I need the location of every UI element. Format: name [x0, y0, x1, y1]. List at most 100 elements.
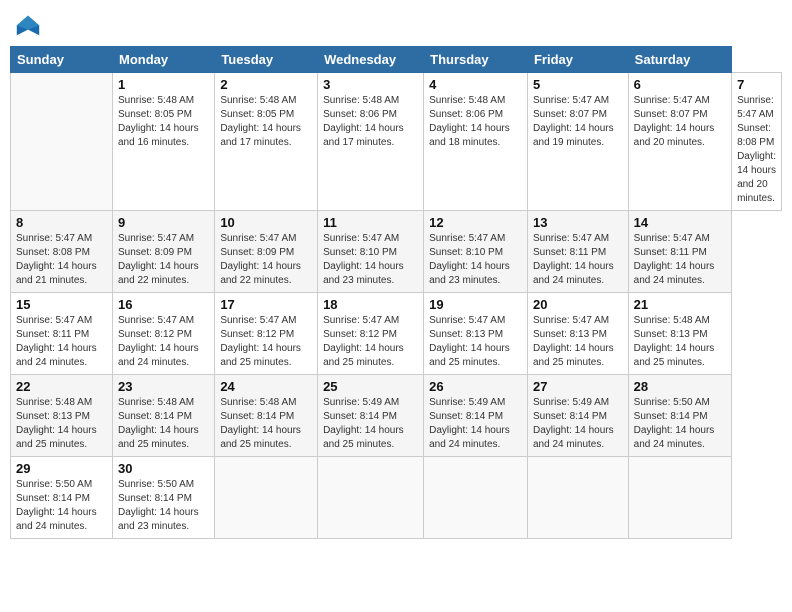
- logo-icon: [14, 10, 42, 38]
- day-number: 6: [634, 77, 726, 92]
- day-number: 12: [429, 215, 522, 230]
- calendar-day-cell: 7 Sunrise: 5:47 AMSunset: 8:08 PMDaylight…: [732, 73, 782, 211]
- calendar-header-wednesday: Wednesday: [318, 47, 424, 73]
- day-info: Sunrise: 5:49 AMSunset: 8:14 PMDaylight:…: [533, 396, 623, 452]
- day-number: 30: [118, 461, 209, 476]
- logo: [14, 10, 46, 38]
- calendar-empty-cell: [628, 457, 731, 539]
- header: [10, 10, 782, 38]
- day-number: 17: [220, 297, 312, 312]
- calendar-header-thursday: Thursday: [424, 47, 528, 73]
- calendar-day-cell: 5 Sunrise: 5:47 AMSunset: 8:07 PMDaylight…: [527, 73, 628, 211]
- day-number: 18: [323, 297, 418, 312]
- calendar-day-cell: 21 Sunrise: 5:48 AMSunset: 8:13 PMDayligh…: [628, 293, 731, 375]
- calendar-day-cell: 12 Sunrise: 5:47 AMSunset: 8:10 PMDayligh…: [424, 211, 528, 293]
- day-info: Sunrise: 5:47 AMSunset: 8:10 PMDaylight:…: [429, 232, 522, 288]
- calendar-day-cell: 11 Sunrise: 5:47 AMSunset: 8:10 PMDayligh…: [318, 211, 424, 293]
- calendar-header-monday: Monday: [112, 47, 214, 73]
- calendar-day-cell: 29Sunrise: 5:50 AMSunset: 8:14 PMDayligh…: [11, 457, 113, 539]
- day-info: Sunrise: 5:48 AMSunset: 8:13 PMDaylight:…: [634, 314, 726, 370]
- calendar-empty-cell: [527, 457, 628, 539]
- calendar-day-cell: 9 Sunrise: 5:47 AMSunset: 8:09 PMDaylight…: [112, 211, 214, 293]
- day-number: 2: [220, 77, 312, 92]
- calendar-week-4: 22 Sunrise: 5:48 AMSunset: 8:13 PMDayligh…: [11, 375, 782, 457]
- calendar-day-cell: 25 Sunrise: 5:49 AMSunset: 8:14 PMDayligh…: [318, 375, 424, 457]
- day-number: 11: [323, 215, 418, 230]
- day-number: 1: [118, 77, 209, 92]
- calendar-day-cell: 6 Sunrise: 5:47 AMSunset: 8:07 PMDaylight…: [628, 73, 731, 211]
- calendar-week-3: 15 Sunrise: 5:47 AMSunset: 8:11 PMDayligh…: [11, 293, 782, 375]
- day-info: Sunrise: 5:48 AMSunset: 8:05 PMDaylight:…: [118, 94, 209, 150]
- day-number: 25: [323, 379, 418, 394]
- day-number: 3: [323, 77, 418, 92]
- calendar-day-cell: 8 Sunrise: 5:47 AMSunset: 8:08 PMDaylight…: [11, 211, 113, 293]
- day-number: 28: [634, 379, 726, 394]
- calendar-day-cell: 30 Sunrise: 5:50 AMSunset: 8:14 PMDayligh…: [112, 457, 214, 539]
- day-number: 13: [533, 215, 623, 230]
- day-info: Sunrise: 5:47 AMSunset: 8:08 PMDaylight:…: [737, 94, 776, 206]
- calendar-day-cell: 2Sunrise: 5:48 AMSunset: 8:05 PMDaylight…: [215, 73, 318, 211]
- day-number: 8: [16, 215, 107, 230]
- day-info: Sunrise: 5:47 AMSunset: 8:12 PMDaylight:…: [323, 314, 418, 370]
- day-info: Sunrise: 5:47 AMSunset: 8:07 PMDaylight:…: [533, 94, 623, 150]
- day-number: 16: [118, 297, 209, 312]
- calendar-day-cell: 14Sunrise: 5:47 AMSunset: 8:11 PMDayligh…: [628, 211, 731, 293]
- calendar-day-cell: 16 Sunrise: 5:47 AMSunset: 8:12 PMDayligh…: [112, 293, 214, 375]
- day-number: 7: [737, 77, 776, 92]
- day-number: 20: [533, 297, 623, 312]
- day-number: 9: [118, 215, 209, 230]
- calendar-day-cell: 24Sunrise: 5:48 AMSunset: 8:14 PMDayligh…: [215, 375, 318, 457]
- day-number: 26: [429, 379, 522, 394]
- calendar-day-cell: 27 Sunrise: 5:49 AMSunset: 8:14 PMDayligh…: [527, 375, 628, 457]
- calendar-header-row: SundayMondayTuesdayWednesdayThursdayFrid…: [11, 47, 782, 73]
- day-info: Sunrise: 5:50 AMSunset: 8:14 PMDaylight:…: [634, 396, 726, 452]
- calendar-day-cell: 22 Sunrise: 5:48 AMSunset: 8:13 PMDayligh…: [11, 375, 113, 457]
- day-info: Sunrise: 5:48 AMSunset: 8:13 PMDaylight:…: [16, 396, 107, 452]
- day-info: Sunrise: 5:47 AMSunset: 8:09 PMDaylight:…: [118, 232, 209, 288]
- day-info: Sunrise: 5:47 AMSunset: 8:09 PMDaylight:…: [220, 232, 312, 288]
- day-info: Sunrise: 5:47 AMSunset: 8:12 PMDaylight:…: [118, 314, 209, 370]
- calendar-day-cell: 15 Sunrise: 5:47 AMSunset: 8:11 PMDayligh…: [11, 293, 113, 375]
- calendar-day-cell: 1 Sunrise: 5:48 AMSunset: 8:05 PMDaylight…: [112, 73, 214, 211]
- calendar-day-cell: 3 Sunrise: 5:48 AMSunset: 8:06 PMDaylight…: [318, 73, 424, 211]
- day-info: Sunrise: 5:50 AMSunset: 8:14 PMDaylight:…: [16, 478, 107, 534]
- calendar-day-cell: 18 Sunrise: 5:47 AMSunset: 8:12 PMDayligh…: [318, 293, 424, 375]
- day-info: Sunrise: 5:47 AMSunset: 8:08 PMDaylight:…: [16, 232, 107, 288]
- calendar-day-cell: 17 Sunrise: 5:47 AMSunset: 8:12 PMDayligh…: [215, 293, 318, 375]
- calendar-day-cell: 20 Sunrise: 5:47 AMSunset: 8:13 PMDayligh…: [527, 293, 628, 375]
- calendar: SundayMondayTuesdayWednesdayThursdayFrid…: [10, 46, 782, 539]
- day-number: 23: [118, 379, 209, 394]
- day-info: Sunrise: 5:48 AMSunset: 8:06 PMDaylight:…: [323, 94, 418, 150]
- day-number: 21: [634, 297, 726, 312]
- day-number: 27: [533, 379, 623, 394]
- day-info: Sunrise: 5:47 AMSunset: 8:10 PMDaylight:…: [323, 232, 418, 288]
- day-number: 15: [16, 297, 107, 312]
- calendar-header-saturday: Saturday: [628, 47, 731, 73]
- calendar-day-cell: 19 Sunrise: 5:47 AMSunset: 8:13 PMDayligh…: [424, 293, 528, 375]
- day-info: Sunrise: 5:50 AMSunset: 8:14 PMDaylight:…: [118, 478, 209, 534]
- calendar-day-cell: 28 Sunrise: 5:50 AMSunset: 8:14 PMDayligh…: [628, 375, 731, 457]
- day-number: 4: [429, 77, 522, 92]
- calendar-day-cell: 4 Sunrise: 5:48 AMSunset: 8:06 PMDaylight…: [424, 73, 528, 211]
- day-info: Sunrise: 5:49 AMSunset: 8:14 PMDaylight:…: [323, 396, 418, 452]
- day-info: Sunrise: 5:49 AMSunset: 8:14 PMDaylight:…: [429, 396, 522, 452]
- day-info: Sunrise: 5:48 AMSunset: 8:06 PMDaylight:…: [429, 94, 522, 150]
- calendar-day-cell: 26 Sunrise: 5:49 AMSunset: 8:14 PMDayligh…: [424, 375, 528, 457]
- day-info: Sunrise: 5:47 AMSunset: 8:11 PMDaylight:…: [16, 314, 107, 370]
- day-number: 10: [220, 215, 312, 230]
- day-number: 19: [429, 297, 522, 312]
- calendar-week-2: 8 Sunrise: 5:47 AMSunset: 8:08 PMDaylight…: [11, 211, 782, 293]
- calendar-week-5: 29Sunrise: 5:50 AMSunset: 8:14 PMDayligh…: [11, 457, 782, 539]
- day-number: 5: [533, 77, 623, 92]
- calendar-header-tuesday: Tuesday: [215, 47, 318, 73]
- day-info: Sunrise: 5:47 AMSunset: 8:07 PMDaylight:…: [634, 94, 726, 150]
- day-number: 22: [16, 379, 107, 394]
- day-info: Sunrise: 5:47 AMSunset: 8:13 PMDaylight:…: [533, 314, 623, 370]
- day-info: Sunrise: 5:47 AMSunset: 8:13 PMDaylight:…: [429, 314, 522, 370]
- calendar-day-cell: 13Sunrise: 5:47 AMSunset: 8:11 PMDayligh…: [527, 211, 628, 293]
- day-info: Sunrise: 5:47 AMSunset: 8:12 PMDaylight:…: [220, 314, 312, 370]
- calendar-day-cell: 10 Sunrise: 5:47 AMSunset: 8:09 PMDayligh…: [215, 211, 318, 293]
- day-info: Sunrise: 5:47 AMSunset: 8:11 PMDaylight:…: [634, 232, 726, 288]
- day-info: Sunrise: 5:48 AMSunset: 8:14 PMDaylight:…: [220, 396, 312, 452]
- calendar-empty-cell: [11, 73, 113, 211]
